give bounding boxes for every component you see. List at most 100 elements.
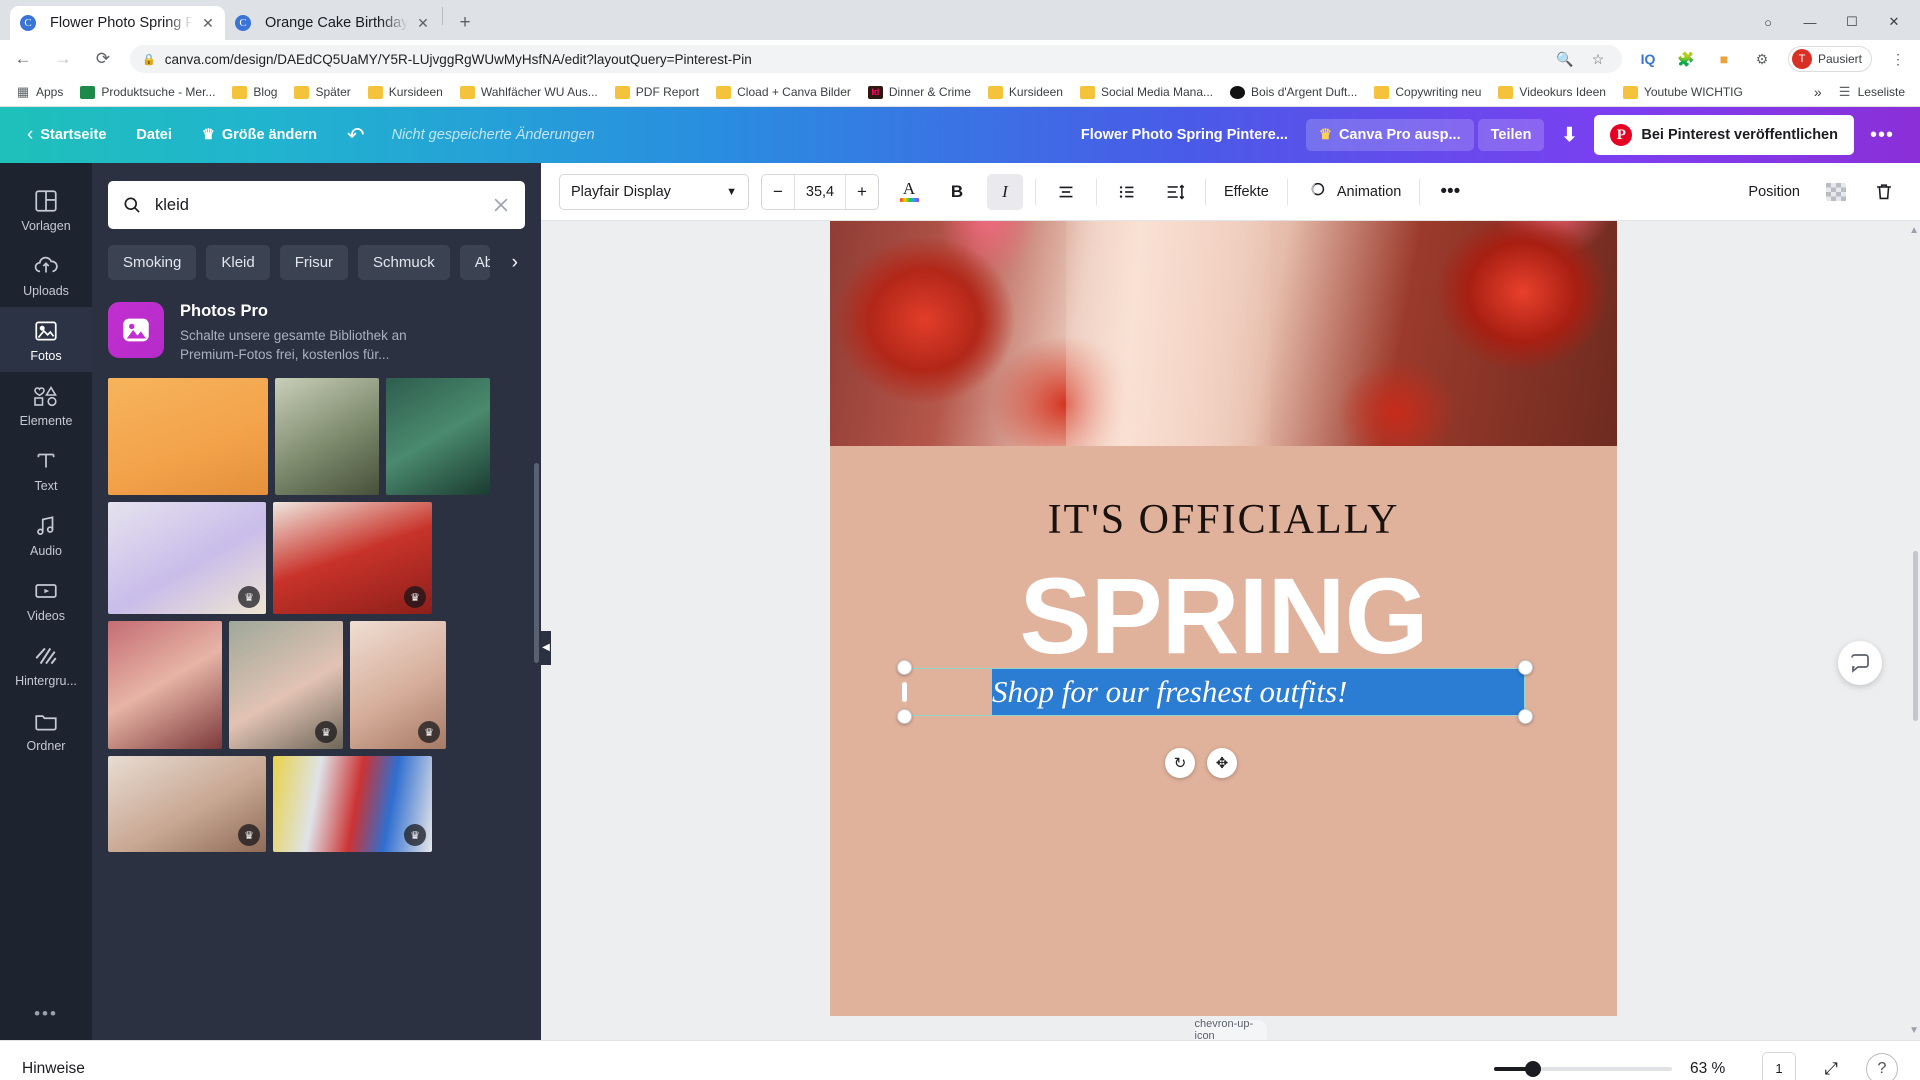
browser-tab-active[interactable]: C Flower Photo Spring Pinterest Gr ✕	[10, 6, 225, 40]
zoom-icon[interactable]: 🔍	[1553, 47, 1577, 71]
sidebar-item-text[interactable]: Text	[0, 437, 92, 502]
download-button[interactable]: ⬇	[1548, 116, 1590, 155]
zoom-slider-knob[interactable]	[1525, 1060, 1541, 1077]
panel-scrollbar[interactable]	[534, 463, 539, 663]
bookmark-item[interactable]: Bois d'Argent Duft...	[1223, 82, 1364, 102]
star-icon[interactable]: ☆	[1586, 47, 1610, 71]
bookmark-item[interactable]: Videokurs Ideen	[1491, 82, 1613, 102]
chevron-right-icon[interactable]: ›	[500, 252, 530, 274]
sidebar-item-hintergrund[interactable]: Hintergru...	[0, 632, 92, 697]
scroll-down-icon[interactable]: ▼	[1909, 1025, 1919, 1036]
bookmark-apps[interactable]: ▦ Apps	[8, 82, 70, 102]
bookmark-item[interactable]: Später	[287, 82, 357, 102]
rotate-icon[interactable]: ↻	[1165, 748, 1195, 778]
bold-button[interactable]: B	[939, 174, 975, 210]
document-title[interactable]: Flower Photo Spring Pintere...	[1067, 119, 1302, 151]
search-input[interactable]: kleid	[108, 181, 525, 229]
font-size-value[interactable]: 35,4	[794, 174, 846, 209]
resize-handle-bottom-right[interactable]	[1518, 709, 1533, 724]
bookmark-item[interactable]: Youtube WICHTIG	[1616, 82, 1750, 102]
canvas-viewport[interactable]: IT'S OFFICIALLY SPRING Shop for our fres…	[541, 221, 1920, 1040]
canvas-scrollbar[interactable]	[1913, 551, 1918, 721]
address-bar[interactable]: 🔒 canva.com/design/DAEdCQ5UaMY/Y5R-LUjvg…	[130, 45, 1622, 73]
bookmark-item[interactable]: Cload + Canva Bilder	[709, 82, 858, 102]
window-maximize-button[interactable]: ☐	[1832, 8, 1872, 36]
sidebar-item-audio[interactable]: Audio	[0, 502, 92, 567]
chip-frisur[interactable]: Frisur	[279, 245, 349, 280]
iq-icon[interactable]: IQ	[1636, 47, 1660, 71]
browser-menu-icon[interactable]: ⋮	[1886, 47, 1910, 71]
selected-text-element[interactable]: Shop for our freshest outfits!	[897, 660, 1533, 724]
profile-button[interactable]: T Pausiert	[1787, 46, 1872, 72]
window-minimize-button[interactable]: —	[1790, 8, 1830, 36]
chip-schmuck[interactable]: Schmuck	[358, 245, 450, 280]
file-menu-button[interactable]: Datei	[123, 119, 184, 151]
bookmark-item[interactable]: Id Dinner & Crime	[861, 82, 978, 102]
forward-icon[interactable]: →	[50, 46, 76, 72]
window-close-button[interactable]: ✕	[1874, 8, 1914, 36]
back-button[interactable]: ‹ Startseite	[14, 116, 119, 154]
browser-tab-inactive[interactable]: C Orange Cake Birthday Pinterest G ✕	[225, 6, 440, 40]
collapse-panel-button[interactable]: chevron-up-icon	[1194, 1018, 1267, 1040]
line-spacing-button[interactable]	[1157, 174, 1193, 210]
tab-close-icon[interactable]: ✕	[416, 15, 430, 32]
feedback-button[interactable]	[1838, 641, 1882, 685]
photo-thumbnail[interactable]	[275, 378, 379, 496]
font-size-stepper[interactable]: − 35,4 +	[761, 173, 879, 210]
photo-thumbnail[interactable]: ♛	[108, 756, 266, 853]
font-family-select[interactable]: Playfair Display ▼	[559, 173, 749, 210]
tab-close-icon[interactable]: ✕	[201, 15, 215, 32]
design-page[interactable]: IT'S OFFICIALLY SPRING Shop for our fres…	[830, 221, 1617, 1016]
sidebar-item-fotos[interactable]: Fotos	[0, 307, 92, 372]
photo-thumbnail[interactable]: ♛	[108, 502, 266, 615]
page-photo-band[interactable]	[830, 221, 1617, 446]
reading-list-button[interactable]: ☰ Leseliste	[1830, 82, 1912, 102]
new-tab-button[interactable]: +	[451, 9, 479, 37]
undo-button[interactable]: ↶	[334, 115, 378, 156]
close-icon[interactable]	[491, 195, 511, 215]
publish-to-pinterest-button[interactable]: P Bei Pinterest veröffentlichen	[1594, 115, 1854, 155]
bookmark-item[interactable]: Copywriting neu	[1367, 82, 1488, 102]
photo-thumbnail[interactable]	[108, 621, 222, 750]
bookmark-item[interactable]: Wahlfächer WU Aus...	[453, 82, 605, 102]
page-count-button[interactable]: 1	[1762, 1051, 1796, 1080]
align-button[interactable]	[1048, 174, 1084, 210]
bookmark-item[interactable]: Kursideen	[981, 82, 1070, 102]
photos-pro-promo[interactable]: Photos Pro Schalte unsere gesamte Biblio…	[92, 280, 541, 364]
transparency-button[interactable]	[1818, 174, 1854, 210]
photo-thumbnail[interactable]	[386, 378, 490, 496]
help-button[interactable]: ?	[1866, 1052, 1898, 1080]
photo-thumbnail[interactable]	[108, 378, 268, 496]
text-color-button[interactable]: A	[891, 174, 927, 210]
photo-thumbnail[interactable]: ♛	[273, 502, 432, 615]
canvas-headline-2[interactable]: SPRING	[830, 562, 1617, 670]
resize-button[interactable]: ♛ Größe ändern	[189, 119, 330, 151]
bookmark-item[interactable]: Blog	[225, 82, 284, 102]
bookmarks-overflow-icon[interactable]: »	[1814, 84, 1822, 100]
decrease-font-size-button[interactable]: −	[762, 175, 794, 209]
resize-handle-top-right[interactable]	[1518, 660, 1533, 675]
photo-thumbnail[interactable]: ♛	[350, 621, 446, 750]
extension-icon[interactable]: ■	[1712, 47, 1736, 71]
expand-icon[interactable]: ⤢	[1814, 1052, 1848, 1080]
delete-button[interactable]	[1866, 174, 1902, 210]
toolbar-more-icon[interactable]: •••	[1432, 174, 1468, 210]
notes-button[interactable]: Hinweise	[22, 1060, 85, 1078]
italic-button[interactable]: I	[987, 173, 1023, 210]
animation-button[interactable]: Animation	[1300, 179, 1407, 205]
share-button[interactable]: Teilen	[1477, 119, 1545, 151]
try-pro-button[interactable]: ♛ Canva Pro ausp...	[1305, 119, 1474, 151]
resize-handle-bottom-left[interactable]	[897, 709, 912, 724]
window-extra-icon[interactable]: ○	[1748, 8, 1788, 36]
position-button[interactable]: Position	[1742, 184, 1806, 200]
list-button[interactable]	[1109, 174, 1145, 210]
extension-puzzle-icon[interactable]: ⚙	[1750, 47, 1774, 71]
back-icon[interactable]: ←	[10, 46, 36, 72]
canvas-headline-1[interactable]: IT'S OFFICIALLY	[830, 496, 1617, 544]
scroll-up-icon[interactable]: ▲	[1909, 225, 1919, 236]
reload-icon[interactable]: ⟳	[90, 46, 116, 72]
bookmark-item[interactable]: Produktsuche - Mer...	[73, 82, 222, 102]
header-more-icon[interactable]: •••	[1858, 120, 1906, 151]
move-icon[interactable]: ✥	[1207, 748, 1237, 778]
chip-kleid[interactable]: Kleid	[206, 245, 270, 280]
